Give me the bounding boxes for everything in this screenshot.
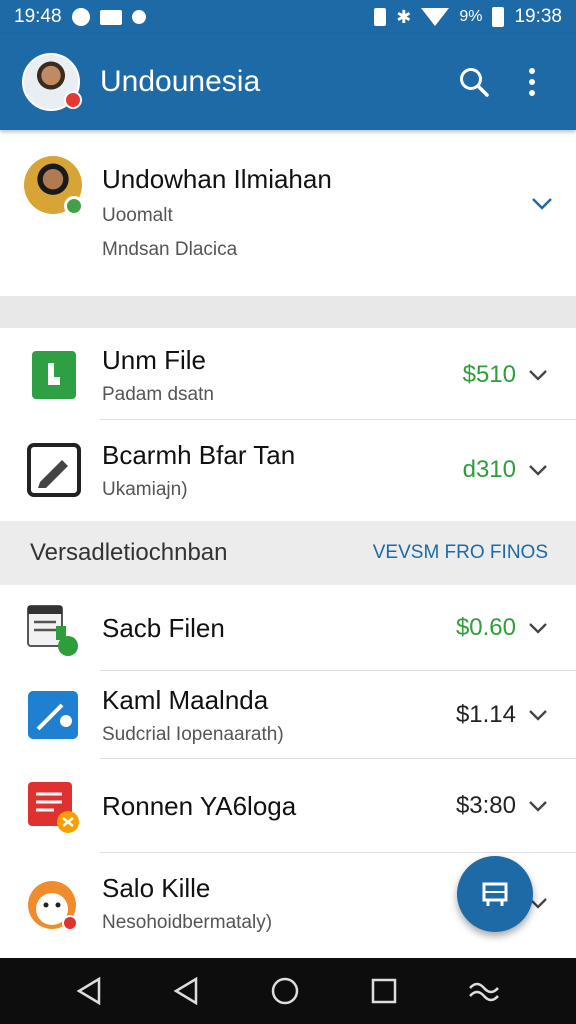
transaction-title: Sacb Filen <box>102 612 225 643</box>
list-item-text: Bcarmh Bfar Tan Ukamiajn) <box>102 440 463 501</box>
back-alt-icon[interactable] <box>172 976 200 1006</box>
transaction-amount: $0.60 <box>455 614 516 641</box>
list-item-amount: d310 <box>462 456 516 483</box>
transaction-title: Ronnen YA6loga <box>102 790 297 821</box>
section-title: Versadletiochnban <box>30 539 228 566</box>
notification-icon <box>71 8 90 26</box>
transaction-title: Kaml Maalnda <box>102 684 269 715</box>
search-button[interactable] <box>452 60 496 104</box>
transaction-item[interactable]: Ronnen YA6loga $3:80 <box>0 759 576 853</box>
green-document-icon <box>26 347 82 403</box>
expand-button[interactable] <box>526 363 550 387</box>
status-left: 19:48 <box>14 6 146 28</box>
transaction-text: Sacb Filen <box>102 613 456 644</box>
chevron-down-icon <box>529 623 547 634</box>
notepad-icon <box>26 600 82 656</box>
account-detail: Mndsan Dlacica <box>102 239 238 260</box>
account-header[interactable]: Undowhan Ilmiahan Uoomalt Mndsan Dlacica <box>0 130 576 296</box>
status-time-left: 19:48 <box>14 6 62 27</box>
avatar-badge <box>64 91 82 109</box>
transaction-text: Ronnen YA6loga <box>102 791 456 822</box>
chevron-down-icon <box>529 801 547 812</box>
chevron-down-icon <box>529 370 547 381</box>
app-bar: Undounesia <box>0 34 576 130</box>
message-icon <box>99 9 122 25</box>
account-expand-button[interactable] <box>530 192 554 216</box>
transaction-item[interactable]: Kaml Maalnda Sudcrial Iopenaarath) $1.14 <box>0 671 576 759</box>
profile-avatar[interactable] <box>22 53 82 111</box>
system-nav-bar <box>0 958 576 1024</box>
battery-icon <box>492 7 505 27</box>
gesture-icon[interactable] <box>467 978 501 1004</box>
list-item-subtitle: Ukamiajn) <box>102 478 188 500</box>
chevron-down-icon <box>532 198 552 210</box>
pencil-icon <box>26 442 82 498</box>
chevron-down-icon <box>529 710 547 721</box>
list-item[interactable]: Bcarmh Bfar Tan Ukamiajn) d310 <box>0 420 576 520</box>
online-badge <box>64 196 84 216</box>
list-item-title: Unm File <box>102 344 207 375</box>
account-subtitle: Uoomalt <box>102 205 173 226</box>
list-item-amount: $510 <box>462 361 516 388</box>
bluetooth-icon: ✱ <box>396 6 412 27</box>
account-text: Undowhan Ilmiahan Uoomalt Mndsan Dlacica <box>102 156 530 296</box>
section-header: Versadletiochnban VEVSM FRO FINOS <box>0 521 576 585</box>
red-document-icon <box>26 778 82 834</box>
blue-pen-icon <box>26 687 82 743</box>
home-icon[interactable] <box>270 976 300 1006</box>
chick-icon <box>26 875 82 931</box>
transaction-amount: $1.14 <box>455 701 516 728</box>
expand-button[interactable] <box>526 794 550 818</box>
recents-icon[interactable] <box>370 977 398 1005</box>
cart-icon <box>482 882 508 906</box>
section-action-link[interactable]: VEVSM FRO FINOS <box>373 542 548 564</box>
list-item-title: Bcarmh Bfar Tan <box>102 439 296 470</box>
transaction-amount: $3:80 <box>455 792 516 819</box>
status-time-right: 19:38 <box>514 6 562 27</box>
app-notification-icon <box>131 10 146 24</box>
expand-button[interactable] <box>526 703 550 727</box>
overflow-menu-button[interactable] <box>510 60 554 104</box>
list-item-subtitle: Padam dsatn <box>102 383 214 405</box>
expand-button[interactable] <box>526 458 550 482</box>
more-vert-icon <box>529 68 535 96</box>
wifi-icon <box>421 8 450 26</box>
account-avatar <box>24 156 84 216</box>
expand-button[interactable] <box>526 616 550 640</box>
vibrate-icon <box>374 8 387 26</box>
list-item-text: Unm File Padam dsatn <box>102 345 463 406</box>
chevron-down-icon <box>529 465 547 476</box>
floating-action-button[interactable] <box>457 856 533 932</box>
app-title: Undounesia <box>100 65 261 98</box>
search-icon <box>460 68 489 97</box>
battery-percent: 9% <box>459 8 483 25</box>
transaction-item[interactable]: Sacb Filen $0.60 <box>0 585 576 671</box>
transaction-subtitle: Sudcrial Iopenaarath) <box>102 723 284 745</box>
status-right: ✱ 9% 19:38 <box>374 6 562 28</box>
list-item[interactable]: Unm File Padam dsatn $510 <box>0 330 576 420</box>
back-icon[interactable] <box>75 976 103 1006</box>
account-name: Undowhan Ilmiahan <box>102 164 332 194</box>
section-divider <box>0 296 576 328</box>
status-bar: 19:48 ✱ 9% 19:38 <box>0 0 576 34</box>
transaction-text: Kaml Maalnda Sudcrial Iopenaarath) <box>102 685 456 746</box>
